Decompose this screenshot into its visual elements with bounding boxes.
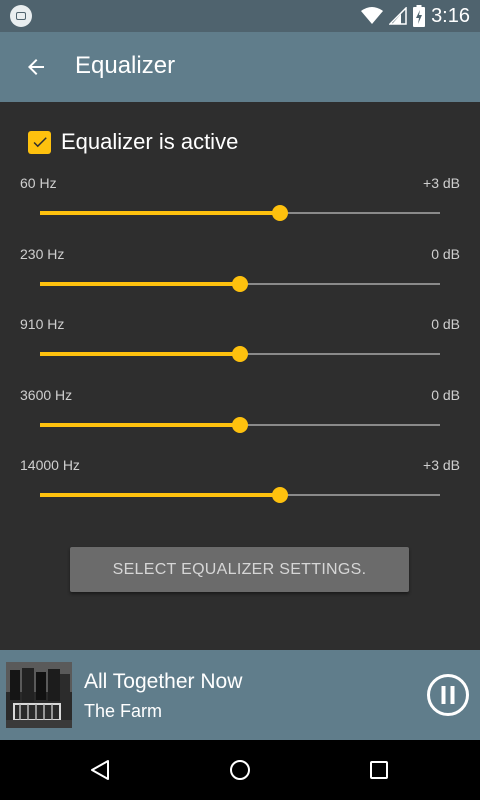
slider-fill [40,493,280,497]
album-art-image [6,662,72,728]
square-recents-icon [370,761,388,779]
band-slider[interactable] [40,415,440,435]
band-frequency-label: 910 Hz [20,316,65,332]
nav-home-button[interactable] [220,750,260,790]
band-gain-label: +3 dB [423,175,460,191]
band-gain-label: 0 dB [431,246,460,262]
eq-band-910hz: 910 Hz 0 dB [0,316,480,386]
back-button[interactable] [18,49,54,85]
band-slider[interactable] [40,203,440,223]
band-frequency-label: 60 Hz [20,175,57,191]
eq-band-230hz: 230 Hz 0 dB [0,246,480,316]
band-slider[interactable] [40,344,440,364]
band-gain-label: 0 dB [431,316,460,332]
band-gain-label: 0 dB [431,387,460,403]
eq-band-3600hz: 3600 Hz 0 dB [0,387,480,457]
slider-fill [40,352,240,356]
slider-thumb[interactable] [272,487,288,503]
equalizer-panel: Equalizer is active 60 Hz +3 dB 230 Hz 0… [0,102,480,650]
pause-button[interactable] [426,673,470,717]
page-title: Equalizer [75,52,176,79]
slider-thumb[interactable] [272,205,288,221]
equalizer-active-toggle[interactable]: Equalizer is active [28,129,238,155]
band-frequency-label: 14000 Hz [20,457,80,473]
slider-fill [40,211,280,215]
eq-band-60hz: 60 Hz +3 dB [0,175,480,245]
slider-fill [40,282,240,286]
band-frequency-label: 230 Hz [20,246,65,262]
equalizer-active-label: Equalizer is active [61,129,239,154]
circle-home-icon [230,760,250,780]
nav-back-button[interactable] [80,750,120,790]
track-title: All Together Now [84,670,243,693]
now-playing-bar[interactable]: All Together Now The Farm [0,650,480,740]
arrow-back-icon [28,59,44,75]
equalizer-active-checkbox[interactable] [28,130,51,154]
slider-thumb[interactable] [232,276,248,292]
clock: 3:16 [431,4,470,27]
wifi-icon [361,7,384,24]
navigation-bar [0,740,480,800]
slider-thumb[interactable] [232,417,248,433]
band-slider[interactable] [40,485,440,505]
eq-band-14000hz: 14000 Hz +3 dB [0,457,480,527]
notification-app-icon [10,5,32,27]
band-frequency-label: 3600 Hz [20,387,73,403]
slider-fill [40,423,240,427]
triangle-back-icon [91,760,109,780]
track-artist: The Farm [84,701,163,721]
band-gain-label: +3 dB [423,457,460,473]
pause-icon [427,674,469,716]
cellular-signal-icon [389,7,407,25]
app-bar: Equalizer [0,32,480,102]
nav-recents-button[interactable] [359,750,399,790]
battery-charging-icon [413,5,426,27]
band-slider[interactable] [40,274,440,294]
select-equalizer-settings-button[interactable]: SELECT EQUALIZER SETTINGS. [70,547,409,592]
status-bar: 3:16 [0,0,480,32]
slider-thumb[interactable] [232,346,248,362]
status-icons: 3:16 [361,4,470,28]
check-icon [33,137,47,148]
album-art[interactable] [6,662,72,728]
